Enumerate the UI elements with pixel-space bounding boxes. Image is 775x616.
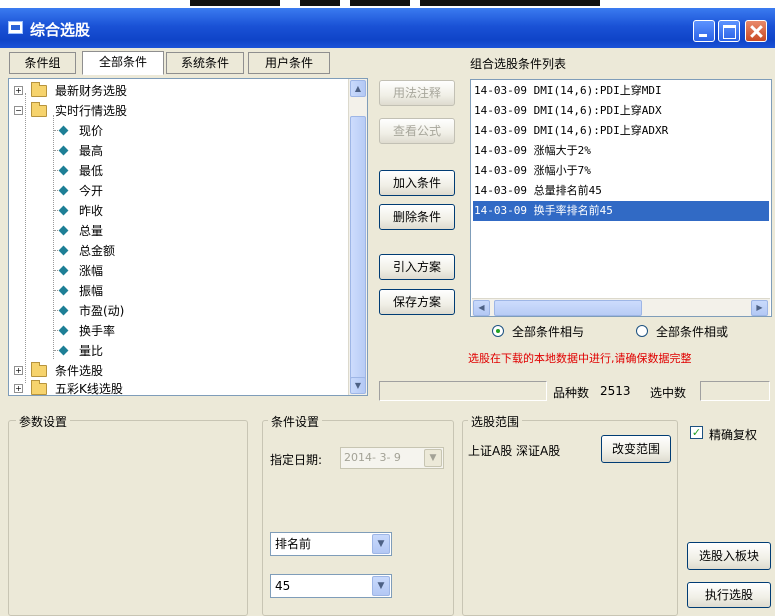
- tree-folder[interactable]: − 实时行情选股: [9, 101, 339, 121]
- folder-icon: [31, 102, 47, 117]
- top-strip: [0, 0, 775, 8]
- chevron-down-icon[interactable]: ▼: [372, 576, 390, 596]
- diamond-icon: [58, 165, 69, 176]
- list-item[interactable]: 14-03-09 涨幅小于7%: [473, 161, 591, 181]
- tab-user-conditions[interactable]: 用户条件: [248, 52, 330, 74]
- count-label: 品种数: [553, 386, 590, 400]
- and-label: 全部条件相与: [512, 325, 585, 339]
- tree-item[interactable]: 涨幅: [9, 261, 339, 281]
- chevron-down-icon[interactable]: ▼: [372, 534, 390, 554]
- to-block-button[interactable]: 选股入板块: [687, 542, 771, 570]
- collapse-icon[interactable]: −: [14, 106, 23, 115]
- diamond-icon: [58, 225, 69, 236]
- tree-item[interactable]: 最高: [9, 141, 339, 161]
- close-button[interactable]: [745, 20, 767, 42]
- param-group-label: 参数设置: [16, 413, 71, 430]
- scroll-left-icon[interactable]: ◀: [473, 300, 490, 316]
- scroll-right-icon[interactable]: ▶: [751, 300, 768, 316]
- change-range-button[interactable]: 改变范围: [601, 435, 671, 463]
- diamond-icon: [58, 245, 69, 256]
- usage-note-button[interactable]: 用法注释: [379, 80, 455, 106]
- diamond-icon: [58, 145, 69, 156]
- list-item-selected[interactable]: 14-03-09 换手率排名前45: [473, 201, 769, 221]
- list-item[interactable]: 14-03-09 DMI(14,6):PDI上穿ADX: [473, 101, 662, 121]
- condition-tree[interactable]: + 最新财务选股 − 实时行情选股 现价 最高 最低 今开 昨收 总量 总金额 …: [8, 78, 368, 396]
- list-item[interactable]: 14-03-09 涨幅大于2%: [473, 141, 591, 161]
- diamond-icon: [58, 285, 69, 296]
- range-group-label: 选股范围: [468, 413, 523, 430]
- window-title: 综合选股: [30, 21, 91, 39]
- count-value: 2513: [600, 384, 631, 398]
- delete-condition-button[interactable]: 删除条件: [379, 204, 455, 230]
- diamond-icon: [58, 125, 69, 136]
- list-item[interactable]: 14-03-09 总量排名前45: [473, 181, 602, 201]
- title-bar[interactable]: 综合选股: [0, 8, 775, 48]
- rank-select[interactable]: 排名前 ▼: [270, 532, 392, 556]
- scroll-up-icon[interactable]: ▲: [350, 80, 366, 97]
- condition-list[interactable]: 14-03-09 DMI(14,6):PDI上穿MDI 14-03-09 DMI…: [470, 79, 772, 317]
- minimize-button[interactable]: [693, 20, 715, 42]
- precise-adjust-label: 精确复权: [709, 428, 758, 442]
- folder-icon: [31, 380, 47, 395]
- maximize-button[interactable]: [718, 20, 740, 42]
- param-group: [8, 420, 248, 616]
- list-hscrollbar[interactable]: ◀ ▶: [472, 298, 770, 316]
- app-icon: [8, 21, 23, 34]
- tree-folder[interactable]: + 最新财务选股: [9, 81, 339, 101]
- add-condition-button[interactable]: 加入条件: [379, 170, 455, 196]
- markets-text: 上证A股 深证A股: [468, 444, 561, 458]
- and-radio[interactable]: [492, 325, 504, 337]
- number-select[interactable]: 45 ▼: [270, 574, 392, 598]
- date-picker[interactable]: 2014- 3- 9 ▼: [340, 447, 444, 469]
- diamond-icon: [58, 265, 69, 276]
- scroll-thumb[interactable]: [350, 116, 366, 392]
- list-item[interactable]: 14-03-09 DMI(14,6):PDI上穿ADXR: [473, 121, 668, 141]
- diamond-icon: [58, 185, 69, 196]
- execute-button[interactable]: 执行选股: [687, 582, 771, 608]
- tree-folder[interactable]: + 条件选股: [9, 361, 339, 381]
- or-label: 全部条件相或: [656, 325, 729, 339]
- expand-icon[interactable]: +: [14, 384, 23, 393]
- tree-item[interactable]: 今开: [9, 181, 339, 201]
- diamond-icon: [58, 345, 69, 356]
- tree-item[interactable]: 总金额: [9, 241, 339, 261]
- scroll-thumb[interactable]: [494, 300, 642, 316]
- scroll-down-icon[interactable]: ▼: [350, 377, 366, 394]
- save-plan-button[interactable]: 保存方案: [379, 289, 455, 315]
- tree-item[interactable]: 振幅: [9, 281, 339, 301]
- tree-scrollbar[interactable]: ▲ ▼: [348, 79, 367, 395]
- diamond-icon: [58, 205, 69, 216]
- import-plan-button[interactable]: 引入方案: [379, 254, 455, 280]
- tab-condition-group[interactable]: 条件组: [9, 52, 76, 74]
- precise-adjust-checkbox[interactable]: ✓: [690, 426, 703, 439]
- tab-all-conditions[interactable]: 全部条件: [82, 51, 164, 75]
- date-label: 指定日期:: [270, 453, 323, 467]
- tree-item[interactable]: 换手率: [9, 321, 339, 341]
- tree-item[interactable]: 量比: [9, 341, 339, 361]
- tab-system-conditions[interactable]: 系统条件: [166, 52, 244, 74]
- tree-item[interactable]: 现价: [9, 121, 339, 141]
- folder-icon: [31, 82, 47, 97]
- or-radio[interactable]: [636, 325, 648, 337]
- expand-icon[interactable]: +: [14, 366, 23, 375]
- tree-item[interactable]: 市盈(动): [9, 301, 339, 321]
- tree-folder[interactable]: + 五彩K线选股: [9, 379, 339, 395]
- warning-text: 选股在下载的本地数据中进行,请确保数据完整: [468, 352, 692, 365]
- selected-box: [700, 381, 770, 401]
- condition-list-label: 组合选股条件列表: [470, 57, 567, 71]
- expand-icon[interactable]: +: [14, 86, 23, 95]
- progress-box: [379, 381, 547, 401]
- tree-item[interactable]: 昨收: [9, 201, 339, 221]
- list-item[interactable]: 14-03-09 DMI(14,6):PDI上穿MDI: [473, 81, 662, 101]
- diamond-icon: [58, 305, 69, 316]
- tree-item[interactable]: 总量: [9, 221, 339, 241]
- folder-icon: [31, 362, 47, 377]
- view-formula-button[interactable]: 查看公式: [379, 118, 455, 144]
- diamond-icon: [58, 325, 69, 336]
- condition-settings-label: 条件设置: [268, 413, 323, 430]
- date-value: 2014- 3- 9: [344, 451, 401, 464]
- chevron-down-icon[interactable]: ▼: [424, 449, 442, 467]
- selected-label: 选中数: [650, 386, 687, 400]
- tree-item[interactable]: 最低: [9, 161, 339, 181]
